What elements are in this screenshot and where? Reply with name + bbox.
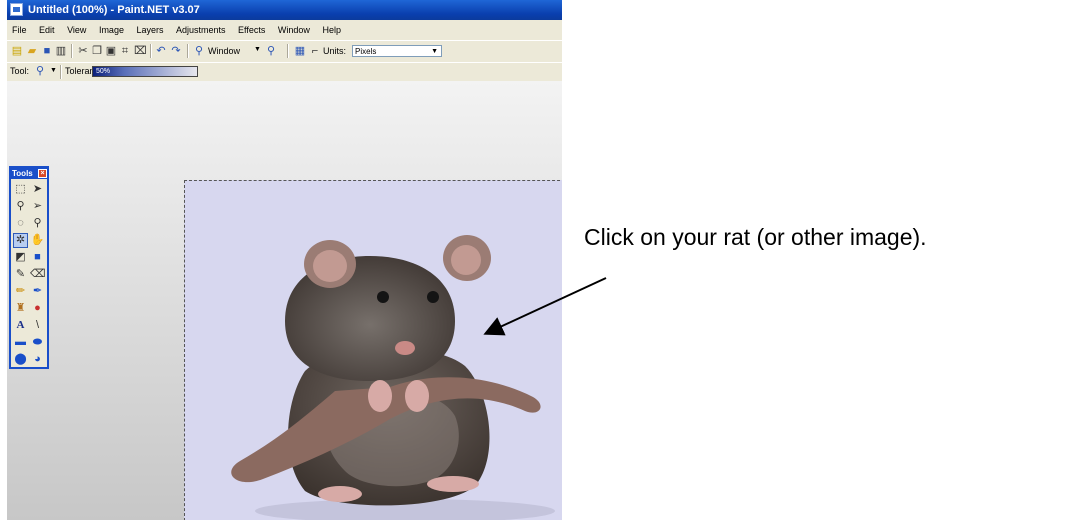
- annotation-arrow: [483, 277, 607, 336]
- arrow-line: [483, 277, 607, 336]
